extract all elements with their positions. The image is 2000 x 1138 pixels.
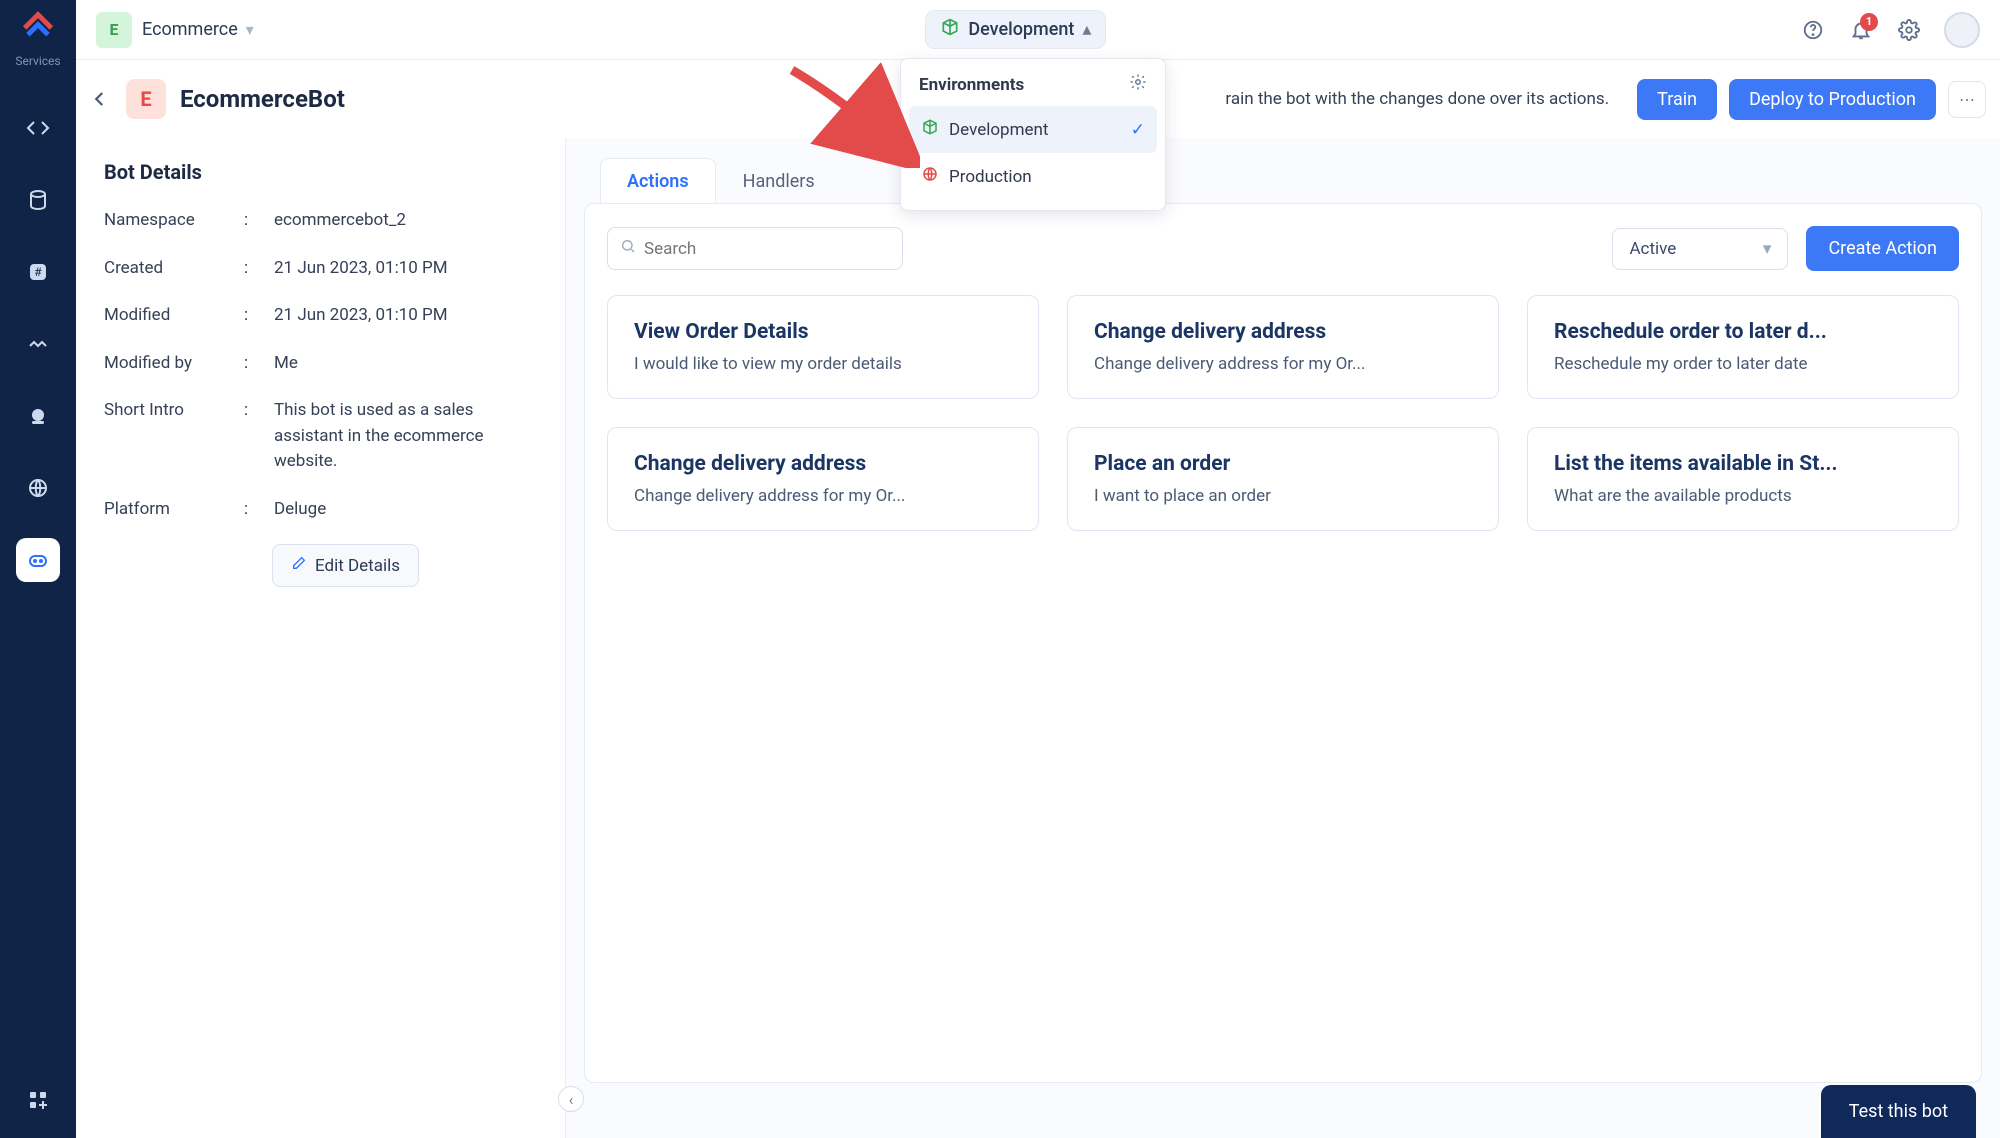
- gear-icon[interactable]: [1896, 17, 1922, 43]
- brand-logo: [18, 8, 58, 48]
- env-label: Development: [968, 19, 1074, 40]
- detail-key: Modified by: [104, 351, 244, 377]
- help-icon[interactable]: [1800, 17, 1826, 43]
- rail-code-icon[interactable]: [16, 106, 60, 150]
- page-title: EcommerceBot: [180, 85, 345, 113]
- card-title: List the items available in St...: [1554, 452, 1932, 476]
- rail-apps-icon[interactable]: [16, 1078, 60, 1122]
- more-icon[interactable]: ⋯: [1948, 81, 1986, 118]
- detail-value: Me: [274, 351, 537, 377]
- card-title: Change delivery address: [634, 452, 1012, 476]
- action-card[interactable]: List the items available in St... What ar…: [1527, 427, 1959, 531]
- chevron-up-icon: ▴: [1082, 19, 1091, 40]
- detail-value: 21 Jun 2023, 01:10 PM: [274, 303, 537, 329]
- card-desc: Reschedule my order to later date: [1554, 354, 1932, 374]
- cube-icon: [940, 17, 960, 42]
- pencil-icon: [291, 555, 307, 576]
- card-desc: What are the available products: [1554, 486, 1932, 506]
- edit-details-button[interactable]: Edit Details: [272, 544, 419, 587]
- tab-actions[interactable]: Actions: [600, 158, 716, 204]
- notif-badge: 1: [1860, 13, 1878, 31]
- action-card[interactable]: Place an order I want to place an order: [1067, 427, 1499, 531]
- filter-value: Active: [1629, 239, 1676, 259]
- env-option-development[interactable]: Development ✓: [909, 106, 1157, 153]
- env-dropdown-button[interactable]: Development ▴: [925, 10, 1106, 49]
- train-button[interactable]: Train: [1637, 79, 1717, 120]
- card-title: Change delivery address: [1094, 320, 1472, 344]
- env-option-production[interactable]: Production: [909, 153, 1157, 200]
- status-filter-select[interactable]: Active ▾: [1612, 228, 1788, 270]
- rail-camera-icon[interactable]: [16, 394, 60, 438]
- services-label: Services: [15, 54, 60, 68]
- action-card[interactable]: Change delivery address Change delivery a…: [1067, 295, 1499, 399]
- card-title: View Order Details: [634, 320, 1012, 344]
- env-dropdown: Environments Development ✓ Production: [900, 58, 1166, 211]
- test-bot-button[interactable]: Test this bot: [1821, 1085, 1976, 1138]
- bot-initial: E: [126, 79, 166, 119]
- chevron-down-icon: ▾: [1763, 239, 1772, 259]
- collapse-panel-icon[interactable]: ‹: [558, 1086, 584, 1112]
- rail-bot-icon[interactable]: [16, 538, 60, 582]
- detail-value: ecommercebot_2: [274, 208, 537, 234]
- services-rail: Services #: [0, 0, 76, 1138]
- bell-icon[interactable]: 1: [1848, 17, 1874, 43]
- detail-key: Platform: [104, 497, 244, 523]
- card-desc: Change delivery address for my Or...: [634, 486, 1012, 506]
- create-action-button[interactable]: Create Action: [1806, 226, 1959, 271]
- workspace-caret-icon[interactable]: ▾: [246, 20, 254, 39]
- detail-key: Created: [104, 256, 244, 282]
- rail-hash-icon[interactable]: #: [16, 250, 60, 294]
- action-card[interactable]: View Order Details I would like to view m…: [607, 295, 1039, 399]
- edit-label: Edit Details: [315, 556, 400, 576]
- search-input-wrapper[interactable]: [607, 227, 903, 270]
- env-settings-icon[interactable]: [1129, 73, 1147, 96]
- deploy-button[interactable]: Deploy to Production: [1729, 79, 1936, 120]
- details-heading: Bot Details: [104, 160, 537, 184]
- env-dd-title: Environments: [919, 75, 1024, 95]
- top-bar: E Ecommerce ▾ Development ▴ 1: [76, 0, 2000, 60]
- search-icon: [620, 238, 636, 259]
- tab-handlers[interactable]: Handlers: [716, 158, 842, 204]
- check-icon: ✓: [1131, 120, 1145, 140]
- rail-flow-icon[interactable]: [16, 322, 60, 366]
- main-area: Actions Handlers Active ▾ Create Action …: [566, 138, 2000, 1138]
- rail-globe-icon[interactable]: [16, 466, 60, 510]
- avatar[interactable]: [1944, 12, 1980, 48]
- detail-key: Modified: [104, 303, 244, 329]
- detail-value: This bot is used as a sales assistant in…: [274, 398, 537, 475]
- rail-db-icon[interactable]: [16, 178, 60, 222]
- globe-icon: [921, 165, 939, 188]
- bot-details-panel: Bot Details Namespace:ecommercebot_2 Cre…: [76, 138, 566, 1138]
- card-desc: Change delivery address for my Or...: [1094, 354, 1472, 374]
- detail-value: 21 Jun 2023, 01:10 PM: [274, 256, 537, 282]
- env-option-label: Development: [949, 120, 1048, 140]
- svg-text:#: #: [34, 265, 42, 279]
- card-desc: I would like to view my order details: [634, 354, 1012, 374]
- env-option-label: Production: [949, 167, 1032, 187]
- card-desc: I want to place an order: [1094, 486, 1472, 506]
- back-button[interactable]: [86, 85, 114, 113]
- card-title: Reschedule order to later d...: [1554, 320, 1932, 344]
- workspace-name[interactable]: Ecommerce: [142, 19, 238, 40]
- cube-icon: [921, 118, 939, 141]
- action-card[interactable]: Reschedule order to later d... Reschedule…: [1527, 295, 1959, 399]
- card-title: Place an order: [1094, 452, 1472, 476]
- detail-value: Deluge: [274, 497, 537, 523]
- detail-key: Short Intro: [104, 398, 244, 475]
- action-card[interactable]: Change delivery address Change delivery a…: [607, 427, 1039, 531]
- search-input[interactable]: [644, 239, 890, 259]
- workspace-initial: E: [96, 12, 132, 48]
- detail-key: Namespace: [104, 208, 244, 234]
